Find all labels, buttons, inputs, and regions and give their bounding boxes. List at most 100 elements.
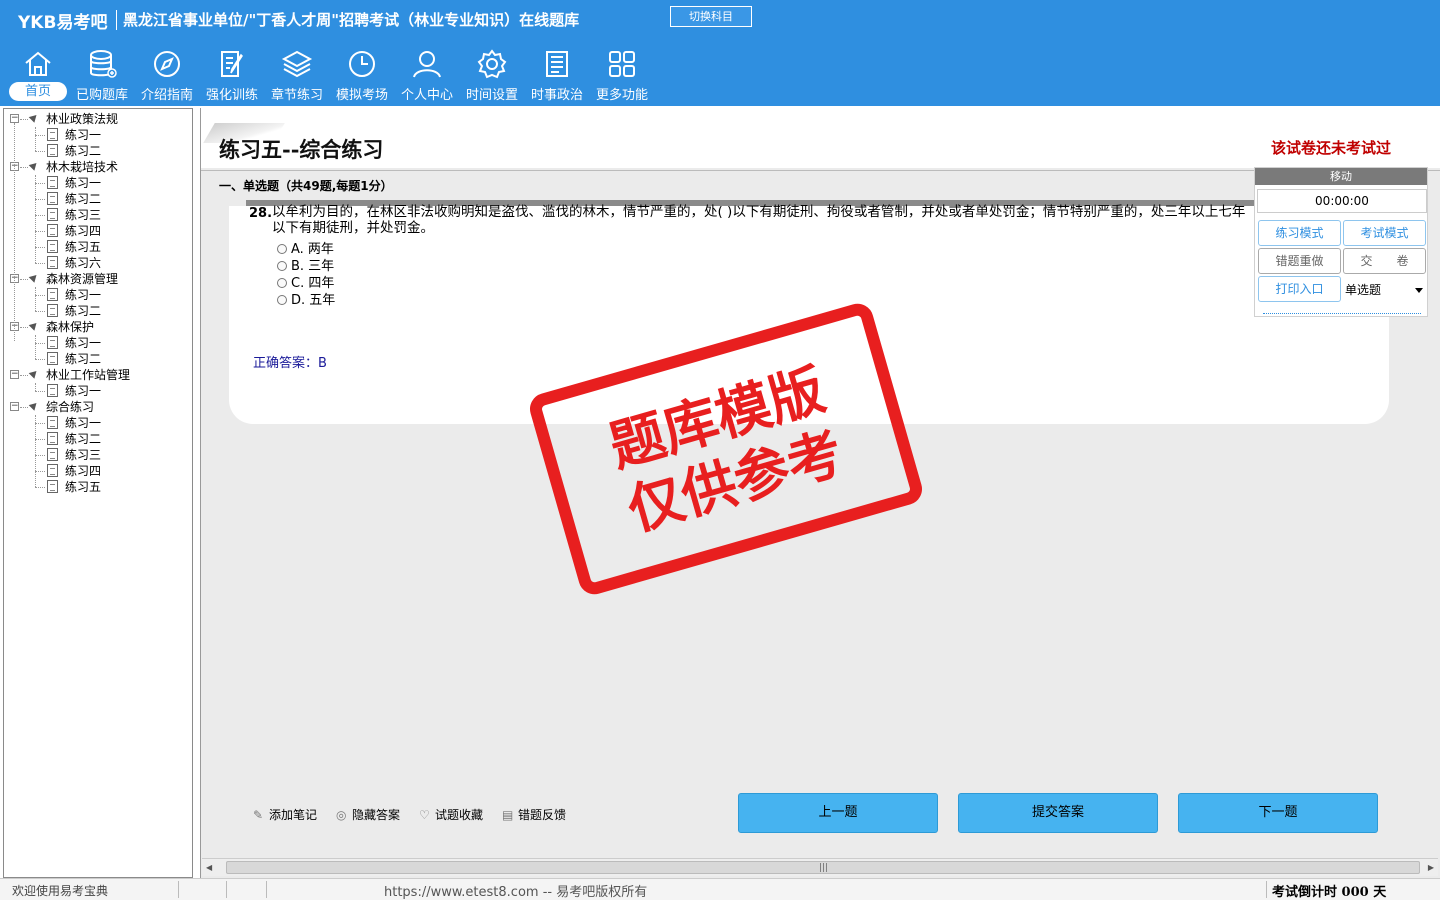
tree-connector: [35, 287, 36, 311]
nav-label: 已购题库: [75, 88, 128, 103]
document-icon: [47, 448, 58, 461]
document-icon: [47, 432, 58, 445]
submit-answer-button[interactable]: 提交答案: [958, 793, 1158, 833]
horizontal-scrollbar[interactable]: ◀ ||| ▶: [202, 858, 1438, 876]
tree-exercise[interactable]: 练习六: [65, 255, 101, 271]
nav-label: 强化训练: [205, 88, 258, 103]
tree-exercise[interactable]: 练习二: [65, 351, 101, 367]
tree-exercise[interactable]: 练习一: [65, 127, 101, 143]
database-icon: [90, 50, 117, 78]
nav-label: 个人中心: [400, 88, 453, 103]
folder-icon: [28, 160, 40, 171]
tree-connector: [35, 135, 45, 136]
tree-connector: [35, 471, 45, 472]
tree-exercise[interactable]: 练习二: [65, 143, 101, 159]
print-button[interactable]: 打印入口: [1258, 276, 1341, 302]
nav-guide[interactable]: 介绍指南: [135, 48, 199, 104]
nav-label: 章节练习: [270, 88, 323, 103]
nav-label: 更多功能: [595, 88, 648, 103]
nav-chapter[interactable]: 章节练习: [265, 48, 329, 104]
switch-subject-button[interactable]: 切换科目: [670, 6, 752, 27]
tree-exercise[interactable]: 练习一: [65, 415, 101, 431]
home-icon: [25, 51, 51, 76]
tree-connector: [20, 167, 28, 168]
tree-chapter[interactable]: 林业工作站管理: [46, 367, 130, 383]
scrollbar-thumb[interactable]: |||: [226, 861, 1420, 874]
tree-collapse-toggle[interactable]: −: [10, 402, 19, 411]
nav-home[interactable]: 首页: [6, 48, 70, 104]
prev-question-button[interactable]: 上一题: [738, 793, 938, 833]
nav-current-affairs[interactable]: 时事政治: [525, 48, 589, 104]
tree-exercise[interactable]: 练习四: [65, 463, 101, 479]
tree-chapter[interactable]: 综合练习: [46, 399, 94, 415]
tree-exercise[interactable]: 练习一: [65, 335, 101, 351]
tree-exercise[interactable]: 练习二: [65, 431, 101, 447]
tree-chapter[interactable]: 林木栽培技术: [46, 159, 118, 175]
tree-connector: [14, 123, 15, 341]
tree-connector: [20, 375, 28, 376]
move-handle[interactable]: 移动: [1255, 168, 1427, 185]
nav-time-settings[interactable]: 时间设置: [460, 48, 524, 104]
radio-button[interactable]: [277, 261, 287, 271]
scroll-right-icon[interactable]: ▶: [1428, 863, 1434, 872]
document-icon: [47, 464, 58, 477]
tree-connector: [20, 279, 28, 280]
tree-chapter[interactable]: 林业政策法规: [46, 111, 118, 127]
tree-collapse-toggle[interactable]: −: [10, 114, 19, 123]
nav-label: 时事政治: [530, 88, 583, 103]
tree-exercise[interactable]: 练习五: [65, 239, 101, 255]
nav-mock-exam[interactable]: 模拟考场: [330, 48, 394, 104]
radio-button[interactable]: [277, 295, 287, 305]
tree-exercise[interactable]: 练习一: [65, 383, 101, 399]
exam-mode-button[interactable]: 考试模式: [1343, 220, 1426, 246]
tree-exercise[interactable]: 练习一: [65, 175, 101, 191]
question-number: 28.: [249, 206, 273, 221]
favorite-button[interactable]: ♡ 试题收藏: [419, 806, 483, 824]
section-title: 一、单选题（共49题,每题1分）: [219, 179, 393, 193]
tree-exercise[interactable]: 练习三: [65, 207, 101, 223]
chapter-tree[interactable]: − 林业政策法规 练习一 练习二 − 林木栽培技术 练习一 练习二 练习三 练习四 练习五 练习六 − 森…: [3, 108, 193, 878]
nav-training[interactable]: 强化训练: [200, 48, 264, 104]
nav-profile[interactable]: 个人中心: [395, 48, 459, 104]
exam-countdown: 考试倒计时 000 天: [1272, 885, 1387, 900]
paper-title: 练习五--综合练习: [219, 137, 384, 162]
scroll-left-icon[interactable]: ◀: [206, 863, 212, 872]
option-label: D. 五年: [291, 293, 336, 308]
tree-exercise[interactable]: 练习二: [65, 303, 101, 319]
tree-exercise[interactable]: 练习五: [65, 479, 101, 495]
status-bar: 欢迎使用易考宝典 https://www.etest8.com -- 易考吧版权…: [0, 878, 1440, 900]
tree-connector: [35, 199, 45, 200]
document-icon: [47, 288, 58, 301]
add-note-button[interactable]: ✎ 添加笔记: [253, 806, 317, 824]
tree-chapter[interactable]: 森林保护: [46, 319, 94, 335]
option-b[interactable]: B. 三年: [277, 259, 334, 275]
document-icon: [47, 256, 58, 269]
practice-mode-button[interactable]: 练习模式: [1258, 220, 1341, 246]
redo-wrong-button[interactable]: 错题重做: [1258, 248, 1341, 274]
nav-more[interactable]: 更多功能: [590, 48, 654, 104]
question-type-select[interactable]: 单选题: [1343, 278, 1427, 302]
tree-chapter[interactable]: 森林资源管理: [46, 271, 118, 287]
tree-connector: [35, 295, 45, 296]
radio-button[interactable]: [277, 278, 287, 288]
grid-icon: [609, 51, 635, 77]
option-a[interactable]: A. 两年: [277, 242, 334, 258]
submit-paper-button[interactable]: 交 卷: [1343, 248, 1426, 274]
tree-exercise[interactable]: 练习一: [65, 287, 101, 303]
panel-bottom-edge: [1263, 313, 1421, 314]
option-c[interactable]: C. 四年: [277, 276, 334, 292]
question-type-value: 单选题: [1345, 283, 1382, 297]
option-d[interactable]: D. 五年: [277, 293, 335, 309]
option-label: C. 四年: [291, 276, 335, 291]
hide-answer-button[interactable]: ◎ 隐藏答案: [336, 806, 400, 824]
radio-button[interactable]: [277, 244, 287, 254]
next-question-button[interactable]: 下一题: [1178, 793, 1378, 833]
correct-answer: 正确答案：B: [253, 356, 327, 371]
nav-purchased[interactable]: 已购题库: [70, 48, 134, 104]
feedback-button[interactable]: ▤ 错题反馈: [502, 806, 566, 824]
status-divider: [266, 881, 267, 898]
tree-exercise[interactable]: 练习三: [65, 447, 101, 463]
tree-collapse-toggle[interactable]: −: [10, 370, 19, 379]
tree-exercise[interactable]: 练习二: [65, 191, 101, 207]
tree-exercise[interactable]: 练习四: [65, 223, 101, 239]
